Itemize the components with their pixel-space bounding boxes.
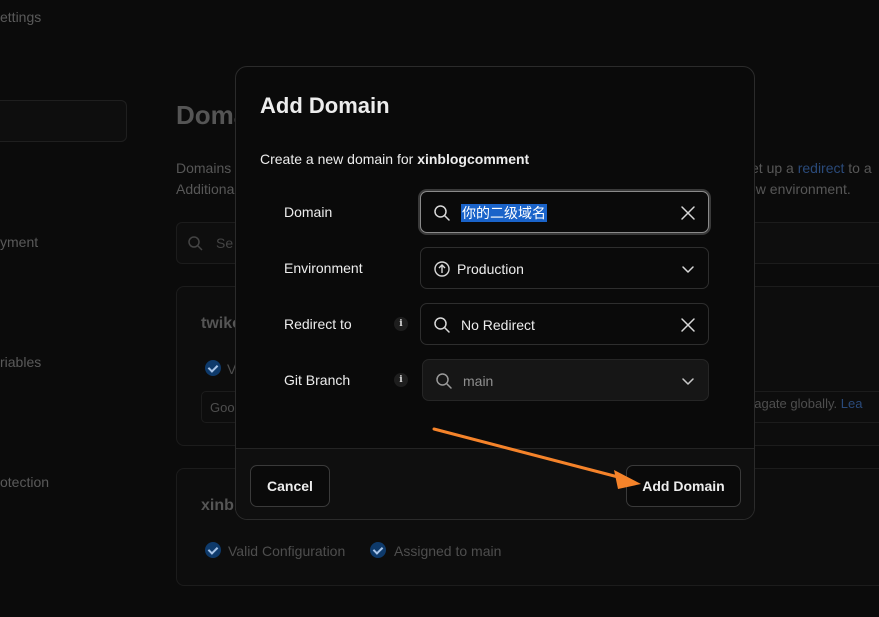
redirect-value: No Redirect xyxy=(461,317,535,333)
sidebar-item-settings: ettings xyxy=(0,9,42,25)
search-icon xyxy=(434,317,450,333)
environment-select[interactable]: Production xyxy=(420,247,709,289)
redirect-input[interactable]: No Redirect xyxy=(420,303,709,345)
domain-input[interactable]: 你的二级域名 xyxy=(420,191,709,233)
domain-value[interactable]: 你的二级域名 xyxy=(461,204,547,222)
add-domain-button[interactable]: Add Domain xyxy=(626,465,741,507)
check-icon xyxy=(370,542,386,558)
info-icon[interactable]: i xyxy=(394,317,408,331)
sidebar-item-protection: otection xyxy=(0,474,50,490)
environment-label: Environment xyxy=(284,260,363,276)
dialog-title: Add Domain xyxy=(260,93,390,118)
search-icon xyxy=(434,205,450,221)
page-description-2: Additiona xyxy=(176,181,235,197)
search-icon xyxy=(436,373,452,389)
add-domain-dialog: Add Domain Create a new domain for xinbl… xyxy=(235,66,755,520)
sidebar-item-variables: riables xyxy=(0,354,42,370)
project-name: xinblogcomment xyxy=(417,151,530,167)
sidebar-item-domains xyxy=(0,100,127,142)
check-icon xyxy=(205,542,221,558)
git-branch-select[interactable]: main xyxy=(422,359,709,401)
chevron-down-icon[interactable] xyxy=(680,261,696,277)
close-icon[interactable] xyxy=(680,205,696,221)
arrow-up-circle-icon xyxy=(434,261,450,277)
domain-card-name: xinbl xyxy=(201,497,239,514)
check-icon xyxy=(205,360,221,376)
git-branch-label: Git Branch xyxy=(284,372,351,388)
dialog-footer: Cancel Add Domain xyxy=(236,448,754,519)
close-icon[interactable] xyxy=(680,317,696,333)
page-description: Domains xyxy=(176,160,232,176)
chevron-down-icon[interactable] xyxy=(680,373,696,389)
page-description-right: set up a redirect to a xyxy=(744,160,872,176)
domain-label: Domain xyxy=(284,204,333,220)
info-icon[interactable]: i xyxy=(394,373,408,387)
cancel-button[interactable]: Cancel xyxy=(250,465,330,507)
page-description-right-2: ew environment. xyxy=(748,181,851,197)
sidebar-item-deployment: yment xyxy=(0,234,39,250)
environment-value: Production xyxy=(457,261,524,277)
search-icon xyxy=(188,236,203,251)
git-branch-value: main xyxy=(463,373,494,389)
redirect-label: Redirect to xyxy=(284,316,352,332)
notice-text-right: pagate globally. Lea xyxy=(747,396,863,411)
dialog-subtitle: Create a new domain for xinblogcomment xyxy=(260,151,530,167)
